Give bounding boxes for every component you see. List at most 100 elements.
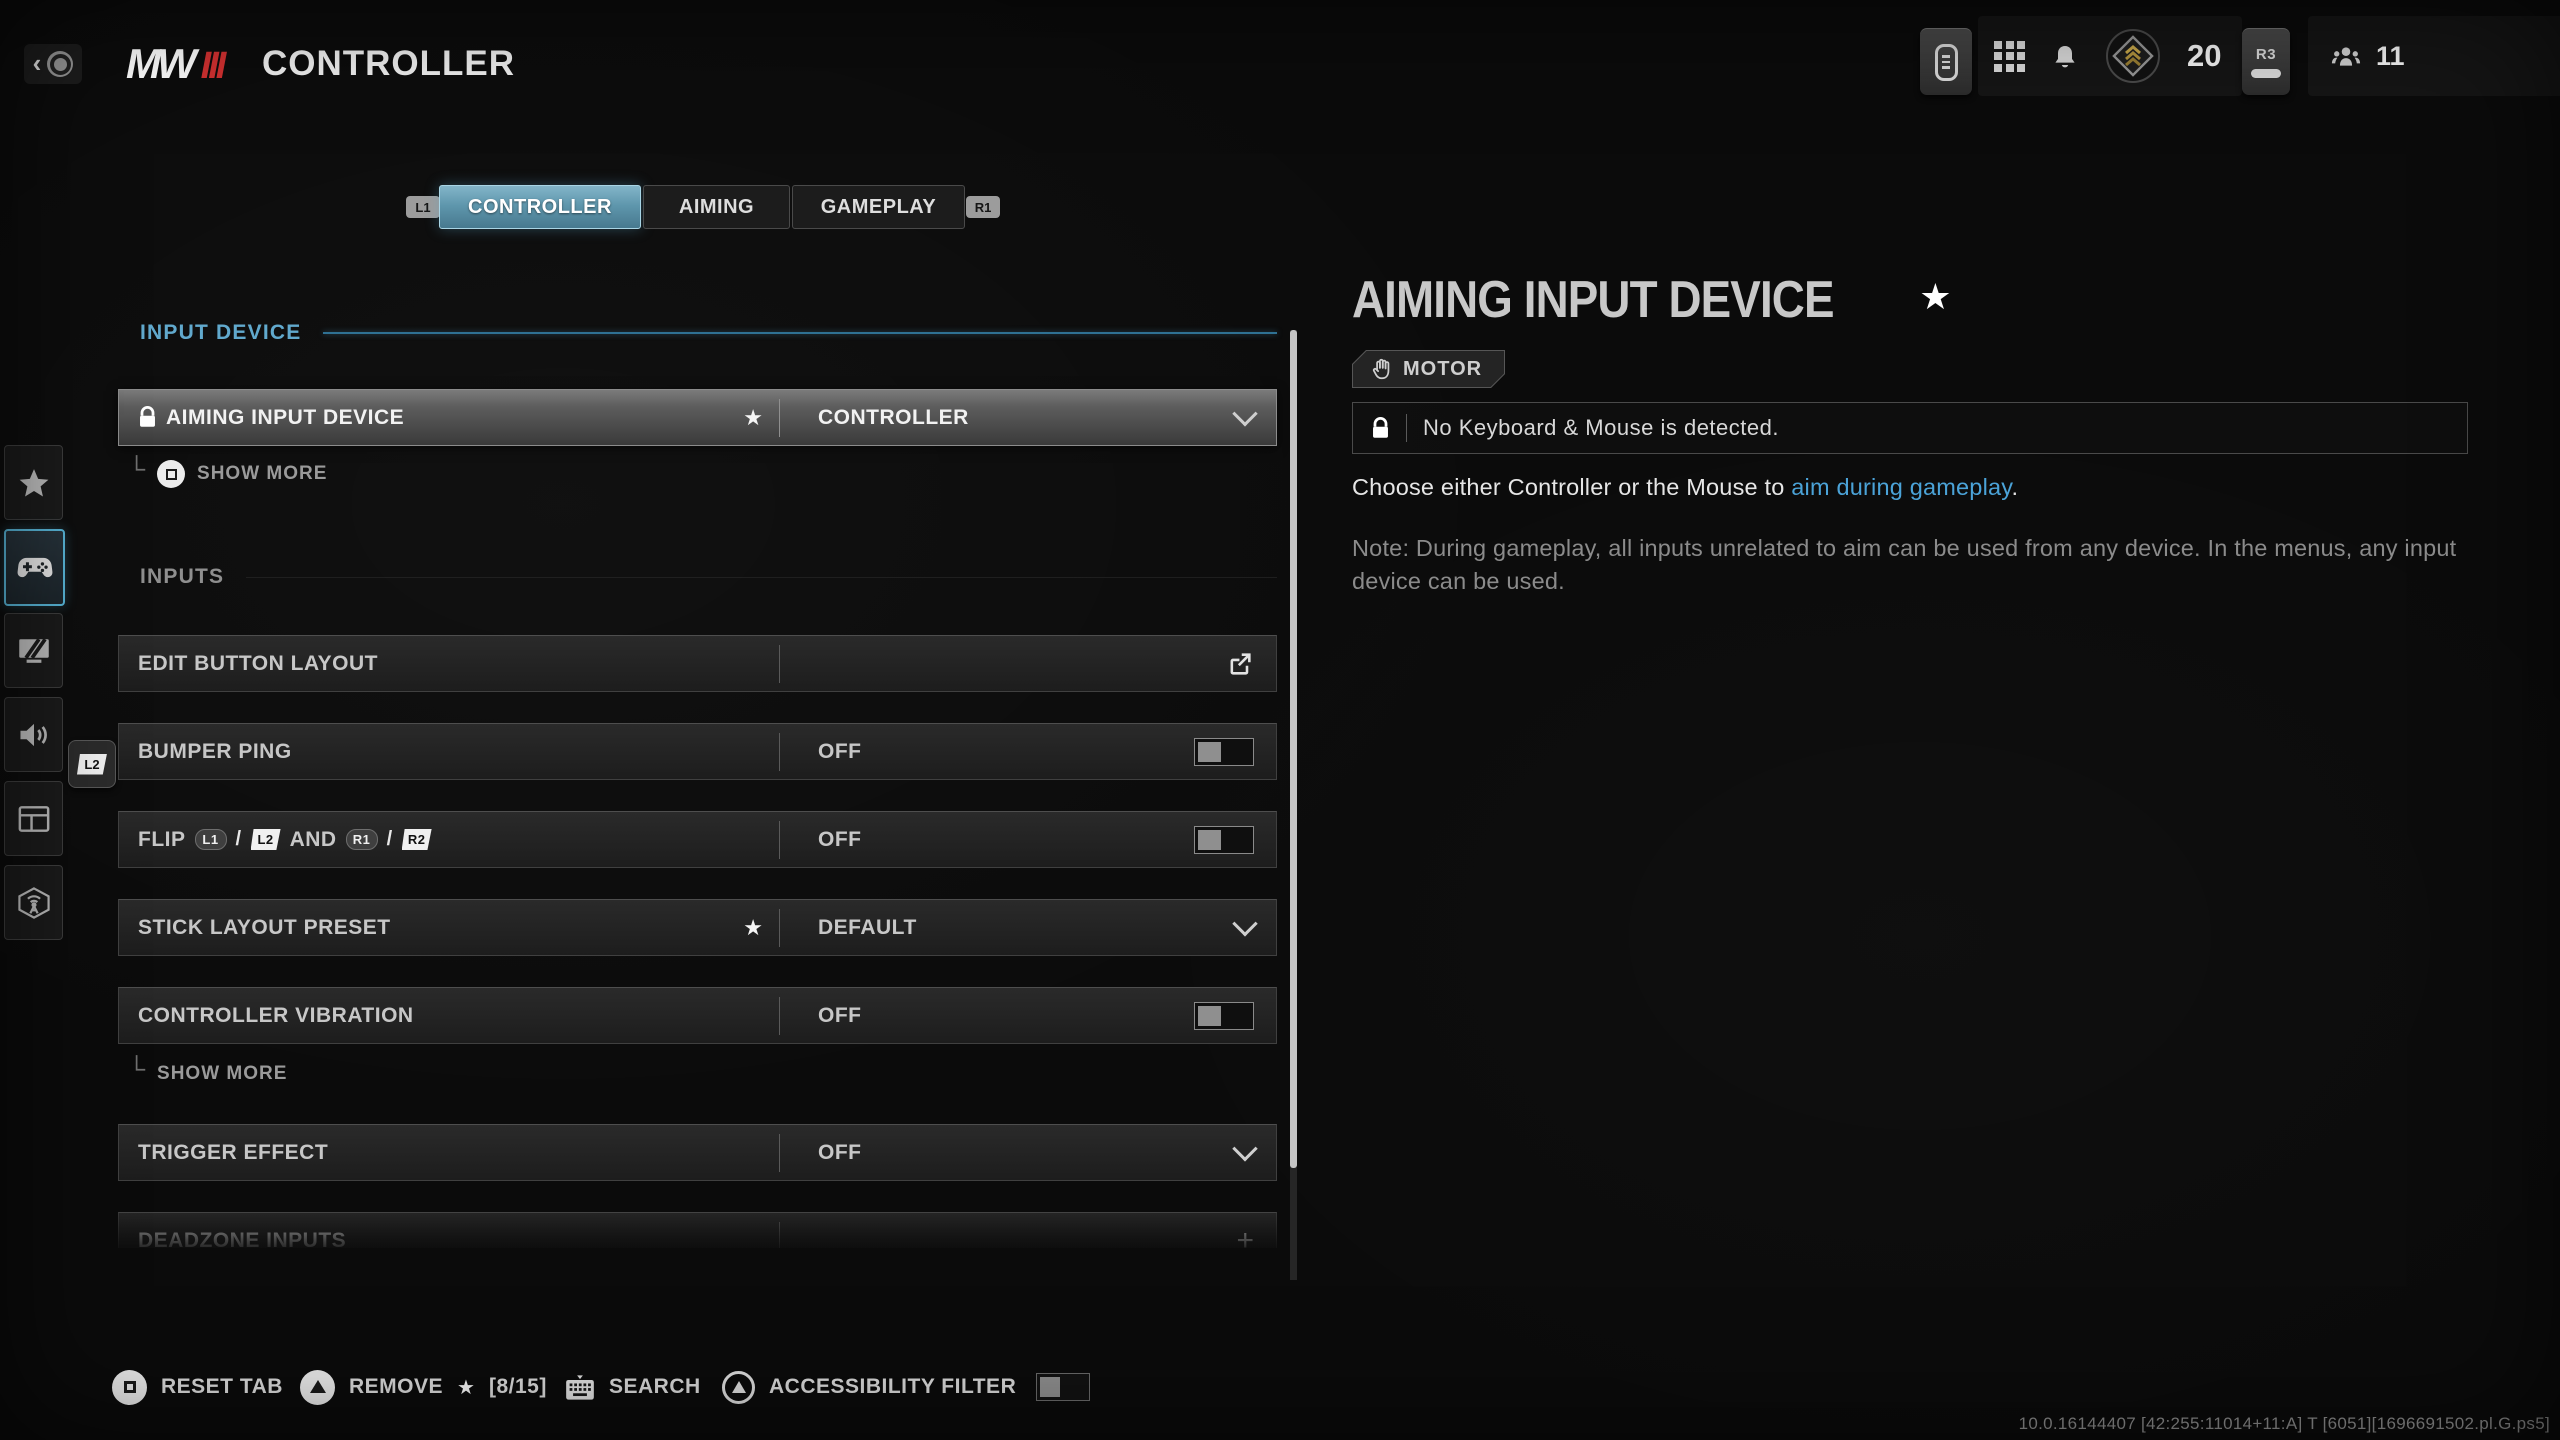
triangle-button-icon <box>300 1370 335 1405</box>
show-more-input-device[interactable]: └ SHOW MORE <box>118 456 327 492</box>
r1-label: R1 <box>975 200 992 215</box>
hand-icon <box>1371 357 1393 381</box>
r1-bumper-badge: R1 <box>966 196 1000 218</box>
setting-value: OFF <box>818 1141 862 1165</box>
favorite-star-icon[interactable]: ★ <box>743 405 763 431</box>
back-button[interactable]: ‹ <box>24 44 82 84</box>
social-party-icon[interactable] <box>2330 43 2362 70</box>
sidebar-item-controller[interactable] <box>4 529 65 606</box>
locked-message-box: No Keyboard & Mouse is detected. <box>1352 402 2468 454</box>
row-divider <box>779 1222 780 1249</box>
detail-note: Note: During gameplay, all inputs unrela… <box>1352 532 2522 599</box>
sidebar-item-network[interactable] <box>4 865 63 940</box>
setting-label: CONTROLLER VIBRATION <box>138 1004 414 1028</box>
desc-period: . <box>2011 474 2018 500</box>
circle-button-icon <box>47 51 73 77</box>
setting-value: OFF <box>818 740 862 764</box>
accessibility-filter-action[interactable]: ACCESSIBILITY FILTER <box>722 1368 1090 1406</box>
expand-plus-icon[interactable]: + <box>1236 1226 1254 1249</box>
sidebar-item-graphics[interactable] <box>4 613 63 688</box>
branch-glyph: └ <box>128 456 145 484</box>
setting-row-deadzone-inputs[interactable]: DEADZONE INPUTS + <box>118 1212 1277 1248</box>
reset-tab-action[interactable]: RESET TAB <box>112 1368 283 1406</box>
r2-badge: R2 <box>402 829 432 850</box>
setting-row-edit-button-layout[interactable]: EDIT BUTTON LAYOUT <box>118 635 1277 692</box>
antenna-hexagon-icon <box>17 887 51 919</box>
setting-label: EDIT BUTTON LAYOUT <box>138 652 378 676</box>
setting-row-aiming-input-device[interactable]: AIMING INPUT DEVICE ★ CONTROLLER <box>118 389 1277 446</box>
star-icon <box>18 468 50 498</box>
square-button-icon <box>112 1370 147 1405</box>
setting-label: AIMING INPUT DEVICE <box>166 406 404 430</box>
toggle-off[interactable] <box>1194 1002 1254 1030</box>
rank-emblem-icon <box>2105 28 2161 84</box>
setting-value: CONTROLLER <box>818 406 969 430</box>
l2-badge: L2 <box>251 829 281 850</box>
chevron-down-icon[interactable] <box>1232 1136 1257 1161</box>
scrollbar-thumb[interactable] <box>1290 330 1297 1168</box>
sidebar-item-interface[interactable] <box>4 781 63 856</box>
setting-label-wrap: FLIP L1 / L2 AND R1 / R2 <box>138 828 432 852</box>
section-title: INPUT DEVICE <box>140 321 301 345</box>
tab-aiming[interactable]: AIMING <box>643 185 790 229</box>
setting-row-stick-layout-preset[interactable]: STICK LAYOUT PRESET ★ DEFAULT <box>118 899 1277 956</box>
lock-icon <box>1371 417 1390 440</box>
section-rule <box>323 332 1277 334</box>
tab-label: CONTROLLER <box>468 196 612 219</box>
detail-panel-header: AIMING INPUT DEVICE ★ <box>1352 270 1952 330</box>
search-action[interactable]: SEARCH <box>565 1368 701 1406</box>
sidebar-item-audio[interactable] <box>4 697 63 772</box>
setting-row-controller-vibration[interactable]: CONTROLLER VIBRATION OFF <box>118 987 1277 1044</box>
setting-value: OFF <box>818 1004 862 1028</box>
tab-label: AIMING <box>679 196 754 219</box>
aim-during-gameplay-link[interactable]: aim during gameplay <box>1791 474 2011 500</box>
toggle-off[interactable] <box>1194 738 1254 766</box>
show-more-label: SHOW MORE <box>157 1063 287 1085</box>
r3-button[interactable]: R3 <box>2242 28 2290 95</box>
open-external-icon[interactable] <box>1226 650 1254 678</box>
notifications-bell-icon[interactable] <box>2051 43 2079 70</box>
player-level: 20 <box>2187 38 2221 74</box>
tab-gameplay[interactable]: GAMEPLAY <box>792 185 965 229</box>
setting-row-trigger-effect[interactable]: TRIGGER EFFECT OFF <box>118 1124 1277 1181</box>
accessibility-toggle-off[interactable] <box>1036 1373 1090 1401</box>
remove-favorite-action[interactable]: REMOVE ★ [8/15] <box>300 1368 547 1406</box>
reset-tab-label: RESET TAB <box>161 1375 283 1399</box>
tab-controller[interactable]: CONTROLLER <box>439 185 641 229</box>
party-count: 11 <box>2376 41 2405 72</box>
speaker-icon <box>18 721 50 749</box>
setting-label: BUMPER PING <box>138 740 292 764</box>
logo-mw: MW <box>126 40 193 88</box>
list-clip-region: DEADZONE INPUTS + <box>118 1212 1277 1248</box>
setting-row-flip-bumpers-triggers[interactable]: FLIP L1 / L2 AND R1 / R2 OFF <box>118 811 1277 868</box>
chevron-down-icon[interactable] <box>1232 401 1257 426</box>
favorite-count: [8/15] <box>489 1375 547 1399</box>
chevron-down-icon[interactable] <box>1232 911 1257 936</box>
show-more-label: SHOW MORE <box>197 463 327 485</box>
show-more-inputs[interactable]: └ SHOW MORE <box>118 1056 287 1092</box>
star-icon: ★ <box>457 1375 475 1400</box>
l1-badge: L1 <box>195 829 227 850</box>
motor-badge: MOTOR <box>1352 350 1505 388</box>
sidebar-item-favorites[interactable] <box>4 445 63 520</box>
menu-grid-icon[interactable] <box>1994 41 2025 72</box>
section-header-input-device: INPUT DEVICE <box>118 318 1277 348</box>
back-chevron-icon: ‹ <box>33 50 42 76</box>
tab-label: GAMEPLAY <box>821 196 937 219</box>
search-label: SEARCH <box>609 1375 701 1399</box>
setting-row-bumper-ping[interactable]: BUMPER PING OFF <box>118 723 1277 780</box>
section-rule <box>246 577 1277 578</box>
touchpad-button[interactable] <box>1920 28 1972 95</box>
square-button-icon <box>157 460 185 488</box>
gamepad-icon <box>17 555 53 580</box>
settings-screen: ‹ MW III CONTROLLER 20 R3 <box>0 0 2560 1440</box>
favorite-star-icon[interactable]: ★ <box>743 915 763 941</box>
detail-description: Choose either Controller or the Mouse to… <box>1352 474 2018 501</box>
toggle-off[interactable] <box>1194 826 1254 854</box>
desc-text: Choose either Controller or the Mouse to <box>1352 474 1791 500</box>
l1-bumper-badge: L1 <box>406 196 440 218</box>
motor-label: MOTOR <box>1403 358 1482 381</box>
separator <box>1406 414 1407 442</box>
logo-iii: III <box>201 45 224 88</box>
setting-label: STICK LAYOUT PRESET <box>138 916 391 940</box>
